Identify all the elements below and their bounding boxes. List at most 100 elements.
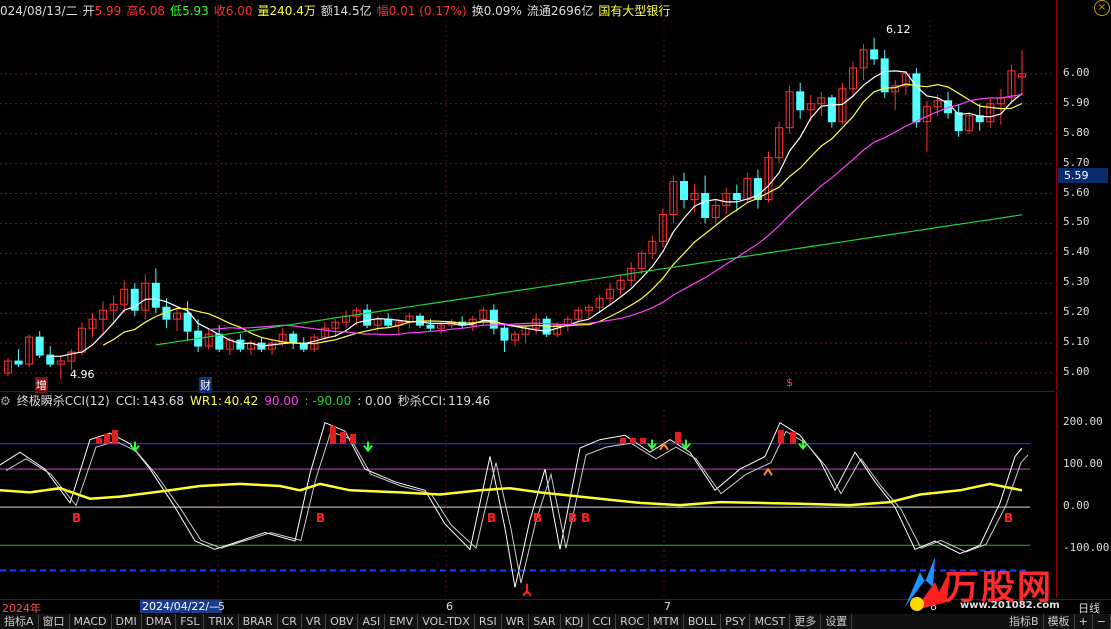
price-axis: 6.00 5.90 5.80 5.70 5.60 5.50 5.40 5.30 5.20 5.10… (1056, 0, 1111, 390)
tab-emv[interactable]: EMV (385, 614, 419, 629)
tab-macd[interactable]: MACD (70, 614, 112, 629)
candle-down (796, 91, 805, 111)
tab-rsi[interactable]: RSI (475, 614, 502, 629)
zero-value: : 0.00 (357, 394, 392, 408)
sell-arrow-icon (681, 439, 691, 451)
indicator-tab-bar: 指标A 窗口 MACD DMI DMA FSL TRIX BRAR CR VR OBV ASI EMV V… (0, 614, 1111, 629)
wr1-line (0, 482, 1023, 507)
tab-kdj[interactable]: KDJ (561, 614, 589, 629)
price-tick: 5.50 (1063, 215, 1090, 229)
signal-bar (778, 429, 784, 444)
tab-wr[interactable]: WR (502, 614, 530, 629)
tab-vr[interactable]: VR (302, 614, 327, 629)
miao-label: 秒杀CCI: (397, 394, 447, 408)
tab-brar[interactable]: BRAR (239, 614, 278, 629)
right-tab-1[interactable]: 模板 (1044, 614, 1075, 629)
low-label: 低 (170, 4, 183, 18)
change-label: 幅 (376, 4, 389, 18)
indicator-axis: 200.00 100.00 0.00 -100.00 (1056, 392, 1111, 598)
tab-spacer (852, 614, 1005, 629)
amount-value: 14.5亿 (332, 4, 372, 18)
close-value: 6.00 (225, 4, 253, 18)
quote-header: 024/08/13/二 开5.99 高6.08 低5.93 收6.00 量240.4万 额1… (0, 2, 675, 20)
tab-cr[interactable]: CR (278, 614, 302, 629)
level-200-value: 90.00 (264, 394, 299, 408)
signal-bar (640, 437, 646, 444)
current-price-tag: 5.59 (1058, 168, 1108, 183)
signal-bar (96, 437, 102, 444)
tab-roc[interactable]: ROC (616, 614, 650, 629)
low-price-annotation: 4.96 (70, 368, 95, 381)
signal-bar (630, 437, 636, 444)
tab-mtm[interactable]: MTM (649, 614, 684, 629)
signal-bar (790, 431, 796, 444)
logo-url: www.201082.com (960, 600, 1060, 611)
tab-boll[interactable]: BOLL (684, 614, 722, 629)
caret-icon (763, 467, 773, 476)
tab-设置[interactable]: 设置 (821, 614, 853, 629)
tab-cci[interactable]: CCI (589, 614, 617, 629)
tab-fsl[interactable]: FSL (176, 614, 205, 629)
price-tick: 5.40 (1063, 245, 1090, 259)
candle-down (827, 97, 836, 123)
candle-down (870, 49, 879, 60)
signal-bar (104, 433, 110, 444)
candle-down (236, 339, 245, 350)
buy-signal-marker: B (1004, 511, 1014, 525)
date-label: 024/08/13/二 (0, 4, 78, 18)
miao-value: 119.46 (448, 394, 491, 408)
event-dividend-badge[interactable]: $ (786, 376, 793, 389)
candlestick-chart[interactable] (0, 20, 1055, 388)
price-tick: 5.00 (1063, 365, 1090, 379)
indicator-header: ⚙ 终极瞬杀CCI(12) CCI: 143.68 WR1: 40.42 90.00: -9… (0, 393, 496, 409)
tab-obv[interactable]: OBV (326, 614, 359, 629)
candle-down (912, 73, 921, 123)
indicator-name[interactable]: 终极瞬杀CCI(12) (17, 394, 110, 408)
cursor-date: 2024/04/22/— (140, 600, 223, 613)
tab-asi[interactable]: ASI (358, 614, 386, 629)
tab-psy[interactable]: PSY (721, 614, 751, 629)
turnover-value: 0.09% (483, 4, 522, 18)
tab-vol-tdx[interactable]: VOL-TDX (418, 614, 475, 629)
buy-signal-marker: B (568, 511, 578, 525)
buy-signal-marker: B (316, 511, 326, 525)
tab-更多[interactable]: 更多 (790, 614, 822, 629)
high-value: 6.08 (138, 4, 166, 18)
tab-dma[interactable]: DMA (142, 614, 177, 629)
indicator-gear-icon[interactable]: ⚙ (0, 394, 11, 408)
tab-mcst[interactable]: MCST (750, 614, 791, 629)
sell-arrow-icon (363, 441, 373, 453)
right-tab-0[interactable]: 指标B (1005, 614, 1044, 629)
tab-dmi[interactable]: DMI (112, 614, 142, 629)
price-tick: 5.30 (1063, 275, 1090, 289)
candle-down (680, 181, 688, 201)
wr1-label: WR1: (190, 394, 222, 408)
tab-指标a[interactable]: 指标A (0, 614, 39, 629)
buy-signal-marker: B (487, 511, 497, 525)
tab-窗口[interactable]: 窗口 (39, 614, 70, 629)
right-tab-3[interactable]: − (1093, 614, 1111, 629)
ma60-line (155, 214, 1023, 346)
tab-trix[interactable]: TRIX (204, 614, 239, 629)
sell-arrow-icon (647, 439, 657, 451)
indicator-tick: 0.00 (1063, 499, 1090, 513)
float-value: 2696亿 (550, 4, 594, 18)
price-tick: 5.80 (1063, 125, 1090, 139)
price-tick: 5.90 (1063, 95, 1090, 109)
month-6: 6 (446, 600, 453, 613)
candle-down (500, 327, 509, 341)
candle-down (183, 312, 192, 332)
candle-down (426, 324, 435, 329)
right-tab-2[interactable]: + (1075, 614, 1093, 629)
candle-down (701, 193, 710, 218)
candle-down (151, 282, 160, 308)
open-value: 5.99 (94, 4, 122, 18)
candle-down (880, 58, 889, 93)
month-7: 7 (664, 600, 671, 613)
buy-signal-marker: B (72, 511, 82, 525)
candle-down (35, 336, 44, 356)
open-label: 开 (82, 4, 95, 18)
indicator-tick: -100.00 (1063, 541, 1110, 555)
tab-sar[interactable]: SAR (529, 614, 561, 629)
pane-divider[interactable] (0, 391, 1055, 392)
